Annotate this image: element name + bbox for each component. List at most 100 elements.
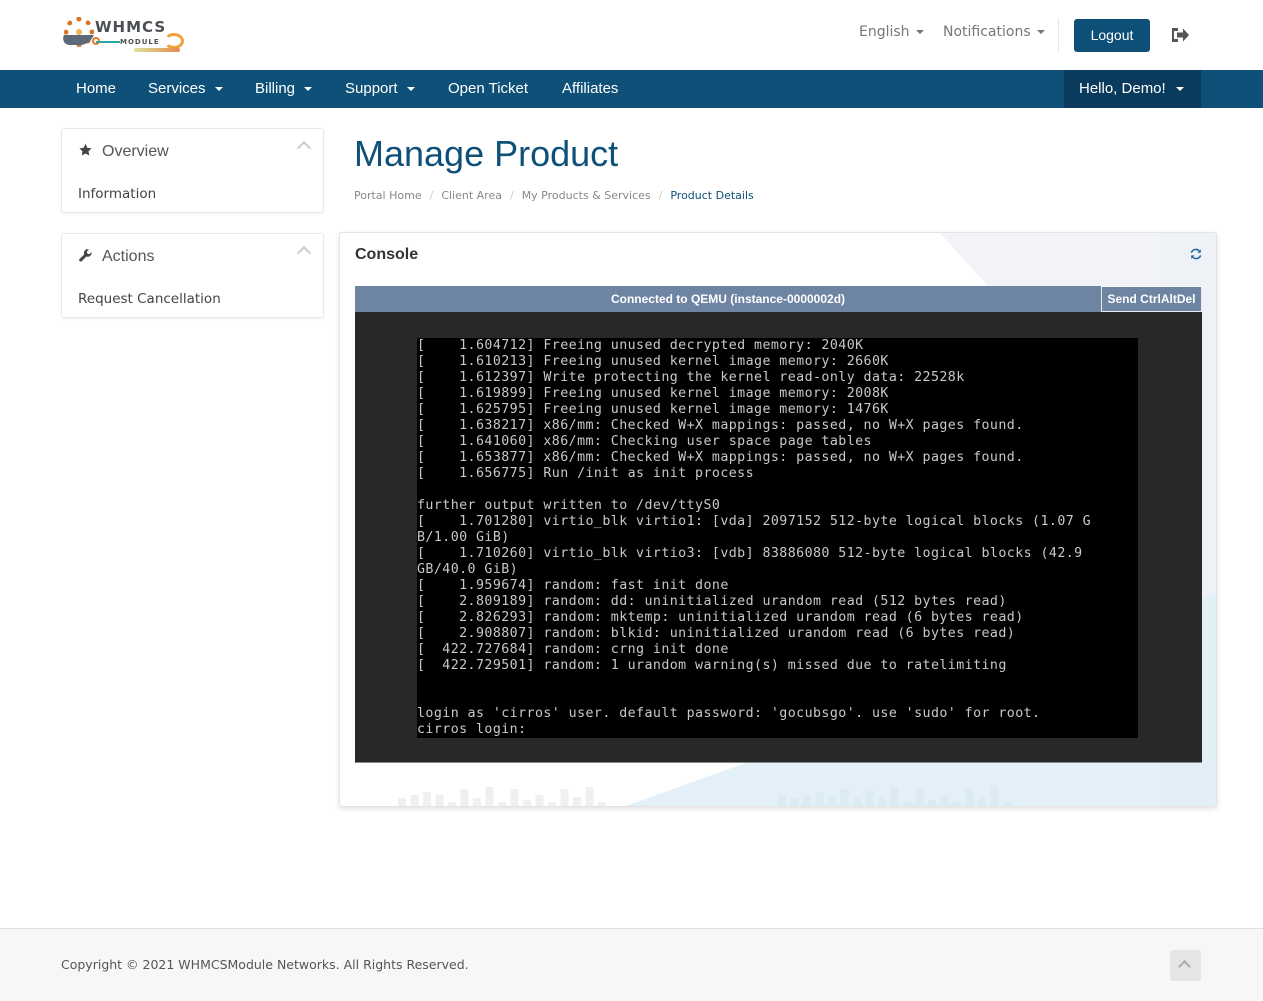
decorative-bar — [853, 798, 861, 806]
terminal-line: further output written to /dev/ttyS0 — [417, 498, 721, 513]
send-ctrl-alt-del-button[interactable]: Send CtrlAltDel — [1101, 286, 1202, 312]
breadcrumb-portal-home[interactable]: Portal Home — [354, 189, 422, 202]
header: WHMCS MODULE English Notifications Logou… — [0, 0, 1263, 70]
terminal-line: [ 1.959674] random: fast init done — [417, 578, 729, 593]
nav-services-label: Services — [148, 80, 206, 97]
logo-swirl — [164, 33, 184, 49]
decorative-bar — [865, 789, 874, 806]
chevron-up-icon[interactable] — [296, 140, 312, 156]
decorative-bar — [790, 798, 799, 806]
terminal-line: [ 1.701280] virtio_blk virtio1: [vda] 20… — [417, 514, 1092, 529]
breadcrumb-product-details: Product Details — [670, 189, 754, 202]
terminal-line: [ 1.625795] Freeing unused kernel image … — [417, 402, 889, 417]
decorative-bar — [878, 797, 886, 806]
user-menu[interactable]: Hello, Demo! — [1064, 70, 1201, 108]
sidebar-panel-overview: Overview Information — [61, 128, 324, 213]
vnc-status-text: Connected to QEMU (instance-0000002d) — [610, 292, 846, 306]
decorative-bar — [903, 802, 911, 806]
header-divider — [1058, 18, 1059, 52]
vnc-canvas-area[interactable]: [ 1.604712] Freeing unused decrypted mem… — [355, 312, 1202, 763]
main-nav: Home Services Billing Support Open Ticke… — [0, 70, 1263, 108]
terminal-line: [ 2.908807] random: blkid: uninitialized… — [417, 626, 1016, 641]
caret-down-icon — [1036, 30, 1045, 34]
logout-button[interactable]: Logout — [1074, 19, 1150, 52]
logo-wing — [60, 35, 94, 45]
nav-open-ticket-label: Open Ticket — [448, 80, 529, 97]
refresh-icon[interactable] — [1189, 247, 1203, 261]
breadcrumb-separator: / — [509, 189, 514, 202]
caret-down-icon — [214, 87, 223, 92]
decorative-bar — [423, 792, 431, 806]
vnc-status-bar: Connected to QEMU (instance-0000002d) Se… — [355, 286, 1202, 312]
terminal-line: [ 1.610213] Freeing unused kernel image … — [417, 354, 889, 369]
terminal-line: [ 1.612397] Write protecting the kernel … — [417, 370, 965, 385]
breadcrumb-separator: / — [658, 189, 663, 202]
decorative-bar — [928, 800, 936, 806]
breadcrumb-client-area[interactable]: Client Area — [441, 189, 502, 202]
brand-logo[interactable]: WHMCS MODULE — [60, 15, 186, 55]
nav-open-ticket[interactable]: Open Ticket — [448, 70, 528, 108]
terminal-line: [ 1.710260] virtio_blk virtio3: [vdb] 83… — [417, 546, 1083, 561]
nav-support[interactable]: Support — [345, 70, 415, 108]
decorative-bar — [828, 795, 836, 806]
caret-down-icon — [915, 30, 924, 34]
decorative-bar — [965, 789, 974, 806]
decorative-bar — [448, 802, 456, 806]
notifications-label: Notifications — [943, 24, 1031, 40]
nav-billing-label: Billing — [255, 80, 296, 97]
caret-down-icon — [1175, 87, 1184, 92]
decorative-bar — [803, 795, 811, 806]
back-to-top-button[interactable] — [1170, 950, 1201, 981]
terminal-screen[interactable]: [ 1.604712] Freeing unused decrypted mem… — [417, 338, 1138, 738]
decorative-bar — [460, 789, 469, 806]
terminal-line: [ 422.727684] random: crng init done — [417, 642, 729, 657]
sign-out-icon[interactable] — [1170, 26, 1190, 44]
panel-title: Actions — [102, 248, 155, 265]
sidebar-panel-actions: Actions Request Cancellation — [61, 233, 324, 318]
decorative-bar — [485, 787, 494, 806]
user-menu-label: Hello, Demo! — [1079, 80, 1166, 97]
sidebar-item-request-cancellation[interactable]: Request Cancellation — [78, 291, 221, 307]
panel-title: Overview — [102, 143, 169, 160]
terminal-line: [ 422.729501] random: 1 urandom warning(… — [417, 658, 1007, 673]
logo-wave — [134, 48, 180, 52]
logo-key-line — [96, 41, 120, 43]
decorative-bar — [890, 787, 899, 806]
terminal-line: [ 1.653877] x86/mm: Checked W+X mappings… — [417, 450, 1024, 465]
nav-home-label: Home — [76, 80, 117, 97]
terminal-line: [ 1.656775] Run /init as init process — [417, 466, 755, 481]
nav-billing[interactable]: Billing — [255, 70, 313, 108]
console-title: Console — [355, 246, 419, 263]
footer: Copyright © 2021 WHMCSModule Networks. A… — [0, 928, 1263, 1001]
logo-text-main: WHMCS — [95, 18, 167, 36]
console-panel: Console Connected to QEMU (instance-0000… — [339, 232, 1217, 807]
terminal-line: login as 'cirros' user. default password… — [417, 706, 1041, 721]
nav-affiliates-label: Affiliates — [562, 80, 619, 97]
caret-down-icon — [406, 87, 415, 92]
decorative-bar — [815, 792, 824, 806]
terminal-line: [ 1.641060] x86/mm: Checking user space … — [417, 434, 872, 449]
decorative-bar — [535, 795, 544, 806]
terminal-line: [ 2.826293] random: mktemp: uninitialize… — [417, 610, 1024, 625]
sidebar-item-information[interactable]: Information — [78, 186, 156, 202]
decorative-bar — [778, 795, 786, 806]
notifications-dropdown[interactable]: Notifications — [943, 24, 1045, 40]
chevron-up-icon[interactable] — [296, 245, 312, 261]
chevron-up-icon — [1178, 960, 1191, 973]
terminal-line: [ 1.604712] Freeing unused decrypted mem… — [417, 338, 864, 353]
decorative-bar — [840, 789, 849, 806]
panel-heading[interactable]: Overview — [78, 143, 169, 161]
language-dropdown[interactable]: English — [859, 24, 924, 40]
nav-affiliates[interactable]: Affiliates — [562, 70, 618, 108]
breadcrumb-my-products[interactable]: My Products & Services — [522, 189, 651, 202]
decorative-bar — [548, 802, 556, 806]
nav-home[interactable]: Home — [76, 70, 116, 108]
nav-services[interactable]: Services — [148, 70, 223, 108]
logo-text: WHMCS — [95, 18, 166, 36]
panel-heading[interactable]: Actions — [78, 248, 154, 266]
decorative-bar — [1003, 802, 1011, 806]
decorative-bar — [585, 787, 594, 806]
